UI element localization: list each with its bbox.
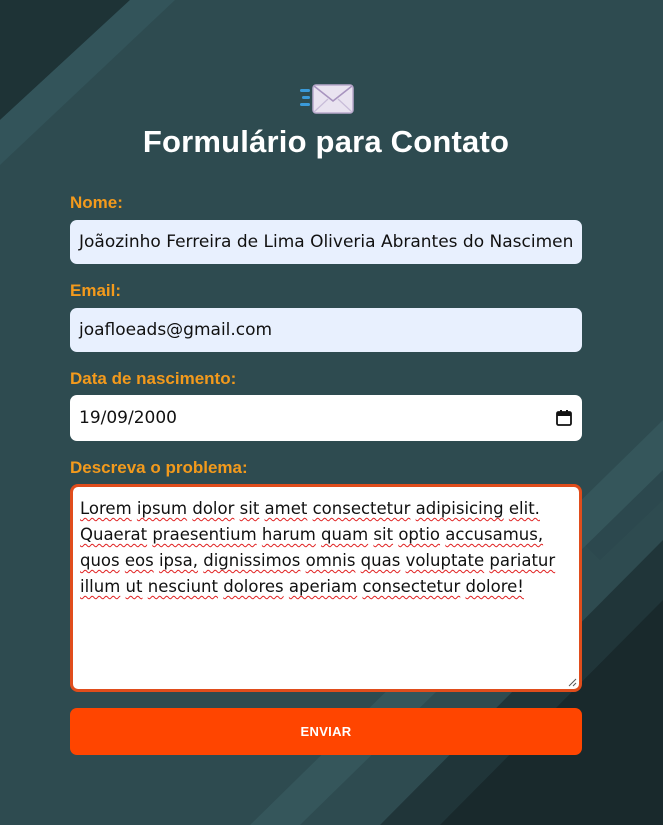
envelope-icon xyxy=(300,84,354,114)
problem-word: aperiam xyxy=(288,577,358,596)
birthdate-label: Data de nascimento: xyxy=(70,369,237,388)
problem-word: consectetur xyxy=(312,499,411,518)
calendar-icon[interactable] xyxy=(555,409,573,427)
submit-button[interactable]: ENVIAR xyxy=(70,708,582,755)
problem-word: harum xyxy=(261,525,316,544)
problem-word: illum xyxy=(80,577,121,596)
problem-word: voluptate xyxy=(405,551,485,570)
problem-word: Quaerat xyxy=(80,525,148,544)
problem-word: eos xyxy=(124,551,154,570)
email-label: Email: xyxy=(70,281,122,300)
problem-word: amet xyxy=(264,499,308,518)
problem-word: ut xyxy=(125,577,143,596)
problem-word: quos xyxy=(80,551,120,570)
name-label: Nome: xyxy=(70,193,123,212)
problem-word: ipsa, xyxy=(158,551,198,570)
problem-word: optio xyxy=(398,525,441,544)
problem-word: Lorem xyxy=(80,499,132,518)
problem-word: quas xyxy=(360,551,401,570)
resize-handle-icon[interactable] xyxy=(568,678,577,687)
problem-word: dolores xyxy=(223,577,284,596)
email-value: joafloeads@gmail.com xyxy=(79,320,273,340)
birthdate-value: 19/09/2000 xyxy=(79,408,177,428)
problem-word: sit xyxy=(373,525,394,544)
problem-label: Descreva o problema: xyxy=(70,458,248,477)
problem-word: dignissimos xyxy=(203,551,301,570)
problem-word: accusamus, xyxy=(445,525,544,544)
problem-word: ipsum xyxy=(136,499,188,518)
problem-word: dolor xyxy=(192,499,235,518)
name-value: Joãozinho Ferreira de Lima Oliveria Abra… xyxy=(79,232,574,252)
birthdate-input[interactable]: 19/09/2000 xyxy=(70,395,582,441)
email-input[interactable]: joafloeads@gmail.com xyxy=(70,308,582,352)
problem-word: quam xyxy=(321,525,369,544)
problem-word: pariatur xyxy=(489,551,556,570)
page-title: Formulário para Contato xyxy=(142,124,510,159)
problem-word: adipisicing xyxy=(415,499,504,518)
problem-textarea[interactable]: Lorem ipsum dolor sit amet consectetur a… xyxy=(70,484,582,692)
problem-word: omnis xyxy=(305,551,356,570)
problem-word: elit. xyxy=(508,499,540,518)
problem-word: nesciunt xyxy=(147,577,218,596)
problem-word: sit xyxy=(239,499,260,518)
name-input[interactable]: Joãozinho Ferreira de Lima Oliveria Abra… xyxy=(70,220,582,264)
problem-word: consectetur xyxy=(362,577,461,596)
problem-word: dolore! xyxy=(465,577,524,596)
problem-word: praesentium xyxy=(152,525,257,544)
